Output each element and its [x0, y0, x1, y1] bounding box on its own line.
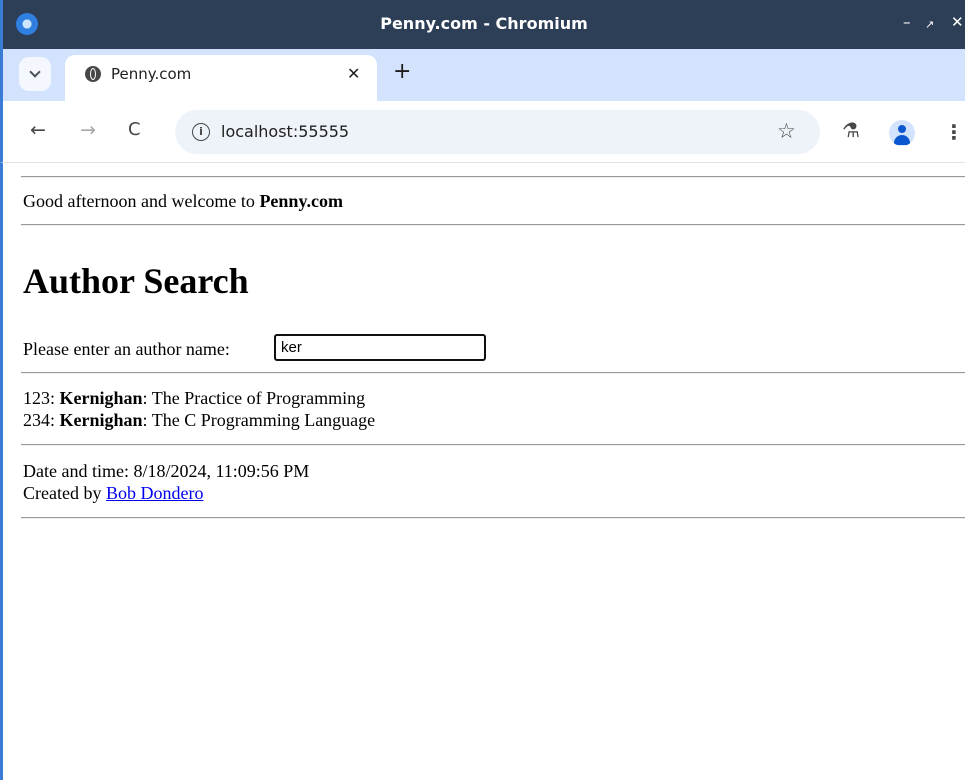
star-icon[interactable]: ☆ — [777, 119, 796, 143]
address-bar[interactable]: i localhost:55555 ☆ — [175, 110, 820, 154]
tab-search-button[interactable] — [19, 57, 51, 91]
forward-button[interactable]: → — [80, 119, 96, 141]
new-tab-button[interactable]: + — [393, 60, 411, 84]
greeting-prefix: Good afternoon and welcome to — [23, 191, 260, 211]
creator-link[interactable]: Bob Dondero — [106, 483, 204, 503]
minimize-button[interactable]: – — [903, 12, 911, 32]
maximize-button[interactable]: ↗ — [925, 15, 934, 35]
divider — [21, 176, 965, 178]
divider — [21, 444, 965, 446]
divider — [21, 517, 965, 519]
tab-strip: Penny.com ✕ + — [0, 49, 965, 101]
result-row: 123: Kernighan: The Practice of Programm… — [23, 388, 366, 408]
result-isbn: 123 — [23, 388, 50, 408]
tab-close-button[interactable]: ✕ — [347, 64, 360, 83]
created-by-line: Created by Bob Dondero — [23, 482, 309, 504]
greeting-site-name: Penny.com — [259, 191, 343, 211]
created-by-prefix: Created by — [23, 483, 106, 503]
profile-body — [894, 135, 910, 145]
browser-toolbar: ← → C i localhost:55555 ☆ — [0, 101, 965, 163]
info-icon[interactable]: i — [192, 123, 210, 141]
window-title: Penny.com - Chromium — [380, 14, 588, 33]
back-button[interactable]: ← — [30, 119, 46, 141]
globe-icon — [85, 66, 101, 82]
result-author: Kernighan — [59, 410, 143, 430]
divider — [21, 372, 965, 374]
page-content: Good afternoon and welcome to Penny.com … — [0, 163, 965, 780]
result-title: The C Programming Language — [151, 410, 376, 430]
greeting: Good afternoon and welcome to Penny.com — [23, 191, 343, 212]
close-window-button[interactable]: ✕ — [951, 12, 964, 32]
profile-head — [898, 125, 906, 133]
profile-icon[interactable] — [889, 120, 915, 146]
kebab-menu-icon[interactable]: ⋮ — [944, 120, 964, 144]
tab-title: Penny.com — [111, 65, 192, 83]
search-results: 123: Kernighan: The Practice of Programm… — [23, 387, 375, 431]
chevron-down-icon — [29, 66, 41, 78]
page-title: Author Search — [23, 261, 249, 301]
reload-button[interactable]: C — [128, 119, 141, 141]
tab-penny[interactable]: Penny.com ✕ — [65, 55, 377, 101]
result-author: Kernighan — [59, 388, 143, 408]
page-footer: Date and time: 8/18/2024, 11:09:56 PM Cr… — [23, 460, 309, 504]
result-isbn: 234 — [23, 410, 50, 430]
result-title: The Practice of Programming — [151, 388, 366, 408]
flask-icon[interactable]: ⚗ — [842, 118, 860, 142]
author-prompt-label: Please enter an author name: — [23, 339, 230, 359]
author-search-input[interactable] — [274, 334, 486, 361]
url-text[interactable]: localhost:55555 — [221, 122, 349, 141]
result-row: 234: Kernighan: The C Programming Langua… — [23, 410, 376, 430]
datetime-label: Date and time: 8/18/2024, 11:09:56 PM — [23, 461, 310, 481]
window-titlebar: Penny.com - Chromium – ↗ ✕ — [0, 0, 965, 49]
divider — [21, 224, 965, 226]
